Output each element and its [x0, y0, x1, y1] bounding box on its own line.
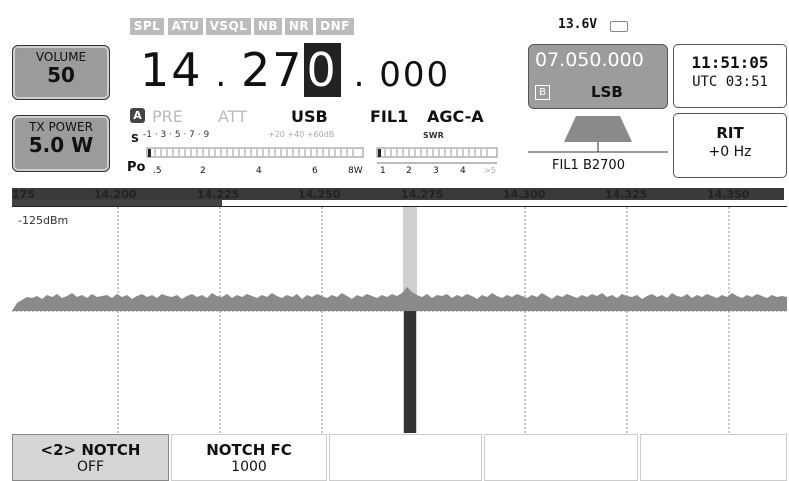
volume-value: 50 — [47, 63, 75, 87]
softkey-2-value: 1000 — [231, 459, 267, 475]
agc-status[interactable]: AGC-A — [427, 107, 484, 126]
vfo-b-panel[interactable]: 07.050.000 B LSB — [528, 44, 668, 109]
filter-display: FIL1 B2700 — [552, 158, 625, 173]
volume-label: VOLUME — [35, 50, 87, 64]
scale-label-6: 14.325 — [605, 188, 648, 201]
mode-status[interactable]: USB — [291, 107, 328, 126]
vfo-a-badge: A — [130, 108, 145, 123]
tx-power-label: TX POWER — [29, 120, 93, 134]
po-tick-3: 6 — [312, 166, 318, 176]
vfo-b-badge: B — [535, 85, 550, 100]
spectrum-grid — [12, 207, 787, 433]
swr-tick-0: 1 — [380, 166, 386, 176]
scale-label-5: 14.300 — [503, 188, 546, 201]
scale-label-4: 14.275 — [401, 188, 444, 201]
softkey-3[interactable] — [329, 434, 482, 481]
main-frequency[interactable]: 14 . 270 . 000 — [140, 40, 450, 105]
softkey-1-value: OFF — [76, 459, 105, 475]
softkey-4[interactable] — [484, 434, 638, 481]
swr-meter-bar — [378, 149, 381, 157]
atu-indicator: ATU — [168, 18, 203, 35]
spectrum-graph — [12, 207, 787, 433]
rit-panel[interactable]: RIT +0 Hz — [673, 113, 787, 178]
s-meter-over: +20 +40 +60dB — [268, 130, 335, 139]
swr-tick-2: 3 — [433, 166, 439, 176]
battery-icon — [610, 21, 628, 32]
scale-label-0: 175 — [12, 188, 35, 201]
swr-label: SWR — [423, 131, 444, 140]
supply-voltage: 13.6V — [558, 17, 598, 32]
nr-indicator: NR — [285, 18, 313, 35]
softkey-5[interactable] — [640, 434, 787, 481]
po-tick-0: .5 — [153, 166, 162, 176]
tx-power-button[interactable]: TX POWER 5.0 W — [12, 115, 110, 172]
rit-label: RIT — [716, 124, 744, 142]
att-status: ATT — [218, 107, 247, 126]
spectrum-scope[interactable]: -125dBm — [12, 206, 787, 433]
swr-tick-1: 2 — [406, 166, 412, 176]
rit-value: +0 Hz — [708, 144, 752, 160]
vfo-b-frequency: 07.050.000 — [535, 49, 644, 71]
scale-label-2: 14.225 — [197, 188, 240, 201]
softkey-notch[interactable]: <2> NOTCH OFF — [12, 434, 169, 481]
volume-button[interactable]: VOLUME 50 — [12, 45, 110, 100]
waterfall-signal-trace — [404, 311, 416, 433]
freq-hz: 000 — [379, 55, 451, 95]
clock-panel: 11:51:05 UTC 03:51 — [673, 44, 787, 108]
softkey-2-title: NOTCH FC — [206, 441, 292, 459]
utc-time: UTC 03:51 — [692, 74, 768, 90]
swr-tick-3: 4 — [460, 166, 466, 176]
po-label: Po — [127, 160, 146, 175]
softkey-notch-fc[interactable]: NOTCH FC 1000 — [171, 434, 327, 481]
po-tick-4: 8W — [348, 166, 363, 176]
filter-status[interactable]: FIL1 — [370, 107, 408, 126]
local-time: 11:51:05 — [691, 53, 769, 72]
po-tick-1: 2 — [200, 166, 206, 176]
preamp-status: PRE — [152, 107, 183, 126]
scale-label-7: 14.350 — [707, 188, 750, 201]
po-tick-2: 4 — [256, 166, 262, 176]
s-meter-ticks: -1 · 3 · 5 · 7 · 9 — [143, 130, 210, 140]
freq-selected-digit[interactable]: 0 — [303, 43, 341, 97]
dnf-indicator: DNF — [316, 18, 354, 35]
spl-indicator: SPL — [130, 18, 164, 35]
reference-level: -125dBm — [18, 214, 69, 227]
nb-indicator: NB — [254, 18, 282, 35]
scale-label-1: 14.200 — [94, 188, 137, 201]
freq-khz: 27 — [240, 43, 304, 97]
tx-power-value: 5.0 W — [28, 133, 94, 157]
freq-mhz: 14 — [140, 43, 203, 97]
scale-label-3: 14.250 — [298, 188, 341, 201]
vfo-b-mode: LSB — [591, 83, 623, 101]
swr-tick-4: >5 — [484, 166, 496, 175]
po-meter-bar — [148, 149, 151, 157]
vsql-indicator: VSQL — [206, 18, 251, 35]
softkey-1-title: <2> NOTCH — [40, 441, 141, 459]
noise-floor-trace — [12, 287, 787, 311]
